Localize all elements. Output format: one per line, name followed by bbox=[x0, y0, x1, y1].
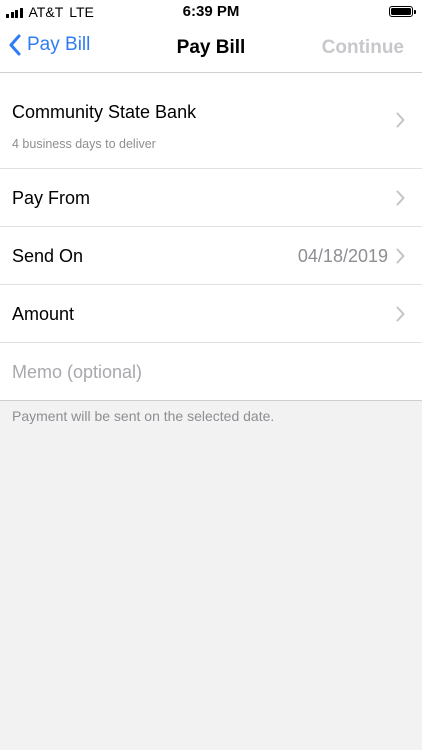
chevron-right-icon bbox=[396, 248, 405, 264]
pay-from-label: Pay From bbox=[12, 188, 91, 208]
chevron-right-icon bbox=[396, 190, 405, 206]
status-time: 6:39 PM bbox=[182, 3, 240, 20]
chevron-right-icon bbox=[396, 112, 405, 128]
delivery-time: 4 business days to deliver bbox=[12, 137, 156, 151]
memo-field[interactable]: Memo (optional) bbox=[0, 343, 422, 400]
pay-from-row[interactable]: Pay From bbox=[0, 169, 422, 227]
amount-label: Amount bbox=[12, 304, 75, 324]
status-bar: AT&T LTE 6:39 PM bbox=[0, 0, 422, 24]
send-on-label: Send On bbox=[12, 246, 84, 266]
payment-date-note: Payment will be sent on the selected dat… bbox=[12, 408, 275, 424]
memo-placeholder: Memo (optional) bbox=[12, 362, 143, 382]
send-on-row[interactable]: Send On 04/18/2019 bbox=[0, 227, 422, 285]
nav-bar: Pay Bill Pay Bill Continue bbox=[0, 24, 422, 73]
payee-row[interactable]: Community State Bank 4 business days to … bbox=[0, 73, 422, 169]
battery-icon bbox=[389, 6, 416, 17]
send-on-date: 04/18/2019 bbox=[297, 246, 388, 266]
amount-row[interactable]: Amount bbox=[0, 285, 422, 343]
payee-name: Community State Bank bbox=[12, 102, 197, 122]
chevron-right-icon bbox=[396, 306, 405, 322]
payment-form-list: Community State Bank 4 business days to … bbox=[0, 73, 422, 401]
continue-button[interactable]: Continue bbox=[322, 37, 404, 59]
